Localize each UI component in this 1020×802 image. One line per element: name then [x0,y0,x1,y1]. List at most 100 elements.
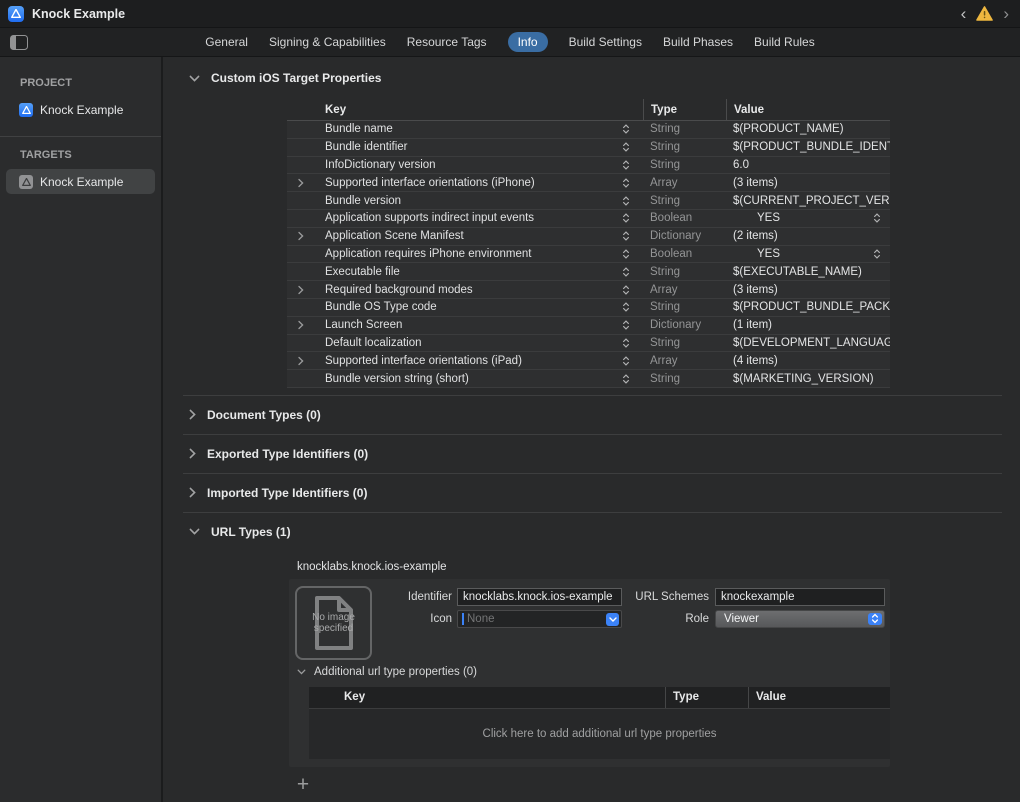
property-value-cell[interactable]: YES [726,210,890,227]
key-stepper-icon[interactable] [622,124,630,135]
property-type-cell[interactable]: String [643,195,726,207]
property-type-cell[interactable]: String [643,159,726,171]
disclosure-chevron-icon[interactable] [298,285,304,294]
sidebar-item-project[interactable]: Knock Example [6,97,155,122]
chevron-right-icon[interactable] [189,409,196,420]
add-url-type-button[interactable]: + [293,775,313,795]
property-value-cell[interactable]: 6.0 [726,157,890,174]
property-value-cell[interactable]: $(PRODUCT_NAME) [726,121,890,138]
toolbar-tab[interactable]: Resource Tags [407,32,487,52]
property-row[interactable]: Required background modes Array (3 items… [287,281,890,299]
property-key-cell[interactable]: Bundle version [287,192,643,209]
property-value-cell[interactable]: $(CURRENT_PROJECT_VERS [726,192,890,209]
property-key-cell[interactable]: Launch Screen [287,317,643,334]
key-stepper-icon[interactable] [622,373,630,384]
additional-table-empty-area[interactable]: Click here to add additional url type pr… [309,709,890,759]
property-key-cell[interactable]: Supported interface orientations (iPad) [287,352,643,369]
property-row[interactable]: Default localization String $(DEVELOPMEN… [287,335,890,353]
key-stepper-icon[interactable] [622,159,630,170]
additional-props-header[interactable]: Additional url type properties (0) [297,666,477,678]
chevron-right-icon[interactable] [189,448,196,459]
section-header[interactable]: Imported Type Identifiers (0) [163,474,1020,512]
property-type-cell[interactable]: Array [643,355,726,367]
disclosure-chevron-icon[interactable] [298,321,304,330]
property-type-cell[interactable]: String [643,337,726,349]
disclosure-chevron-icon[interactable] [298,356,304,365]
property-key-cell[interactable]: Bundle name [287,121,643,138]
property-type-cell[interactable]: String [643,301,726,313]
property-type-cell[interactable]: Dictionary [643,319,726,331]
disclosure-chevron-icon[interactable] [298,178,304,187]
property-type-cell[interactable]: String [643,266,726,278]
property-type-cell[interactable]: Array [643,284,726,296]
property-key-cell[interactable]: Supported interface orientations (iPhone… [287,174,643,191]
property-value-cell[interactable]: $(PRODUCT_BUNDLE_PACKA [726,299,890,316]
value-stepper-icon[interactable] [873,248,881,259]
toolbar-tab[interactable]: Signing & Capabilities [269,32,386,52]
sidebar-item-target[interactable]: Knock Example [6,169,155,194]
property-key-cell[interactable]: Application supports indirect input even… [287,210,643,227]
property-key-cell[interactable]: InfoDictionary version [287,157,643,174]
property-key-cell[interactable]: Application Scene Manifest [287,228,643,245]
forward-arrow-icon[interactable]: › [1002,7,1010,21]
chevron-down-icon[interactable] [189,528,200,535]
property-row[interactable]: Supported interface orientations (iPad) … [287,352,890,370]
property-row[interactable]: Bundle identifier String $(PRODUCT_BUNDL… [287,139,890,157]
key-stepper-icon[interactable] [622,337,630,348]
property-type-cell[interactable]: Boolean [643,248,726,260]
role-popup-button[interactable]: Viewer [715,610,885,628]
property-value-cell[interactable]: (3 items) [726,281,890,298]
add-properties-hint[interactable]: Click here to add additional url type pr… [483,728,717,740]
key-stepper-icon[interactable] [622,355,630,366]
disclosure-chevron-icon[interactable] [298,232,304,241]
property-value-cell[interactable]: $(EXECUTABLE_NAME) [726,263,890,280]
property-type-cell[interactable]: String [643,123,726,135]
toolbar-tab[interactable]: Build Rules [754,32,815,52]
property-row[interactable]: Application Scene Manifest Dictionary (2… [287,228,890,246]
key-stepper-icon[interactable] [622,302,630,313]
property-key-cell[interactable]: Executable file [287,263,643,280]
property-value-cell[interactable]: YES [726,246,890,263]
property-value-cell[interactable]: (3 items) [726,174,890,191]
toolbar-tab[interactable]: Info [508,32,548,52]
property-row[interactable]: Bundle version string (short) String $(M… [287,370,890,388]
property-key-cell[interactable]: Bundle version string (short) [287,370,643,387]
property-value-cell[interactable]: (2 items) [726,228,890,245]
property-row[interactable]: Bundle version String $(CURRENT_PROJECT_… [287,192,890,210]
key-stepper-icon[interactable] [622,195,630,206]
property-type-cell[interactable]: String [643,141,726,153]
property-row[interactable]: InfoDictionary version String 6.0 [287,157,890,175]
property-type-cell[interactable]: Dictionary [643,230,726,242]
back-arrow-icon[interactable]: ‹ [960,7,968,21]
section-header[interactable]: Exported Type Identifiers (0) [163,435,1020,473]
chevron-right-icon[interactable] [189,487,196,498]
property-key-cell[interactable]: Required background modes [287,281,643,298]
property-value-cell[interactable]: $(PRODUCT_BUNDLE_IDENT [726,139,890,156]
custom-props-header[interactable]: Custom iOS Target Properties [189,71,1020,85]
toolbar-tab[interactable]: Build Settings [569,32,642,52]
property-key-cell[interactable]: Bundle identifier [287,139,643,156]
popup-updown-icon[interactable] [868,613,882,625]
section-header[interactable]: Document Types (0) [163,396,1020,434]
chevron-down-icon[interactable] [297,669,306,675]
property-value-cell[interactable]: $(MARKETING_VERSION) [726,370,890,387]
property-key-cell[interactable]: Application requires iPhone environment [287,246,643,263]
property-row[interactable]: Executable file String $(EXECUTABLE_NAME… [287,263,890,281]
url-types-header[interactable]: URL Types (1) [163,513,1020,551]
key-stepper-icon[interactable] [622,213,630,224]
key-stepper-icon[interactable] [622,177,630,188]
property-value-cell[interactable]: $(DEVELOPMENT_LANGUAGI [726,335,890,352]
property-value-cell[interactable]: (1 item) [726,317,890,334]
key-stepper-icon[interactable] [622,231,630,242]
warning-icon[interactable] [976,6,993,21]
property-key-cell[interactable]: Default localization [287,335,643,352]
property-row[interactable]: Application requires iPhone environment … [287,246,890,264]
property-row[interactable]: Bundle name String $(PRODUCT_NAME) [287,121,890,139]
property-type-cell[interactable]: Boolean [643,212,726,224]
key-stepper-icon[interactable] [622,248,630,259]
property-row[interactable]: Application supports indirect input even… [287,210,890,228]
key-stepper-icon[interactable] [622,320,630,331]
url-schemes-input[interactable] [715,588,885,606]
property-type-cell[interactable]: Array [643,177,726,189]
key-stepper-icon[interactable] [622,284,630,295]
